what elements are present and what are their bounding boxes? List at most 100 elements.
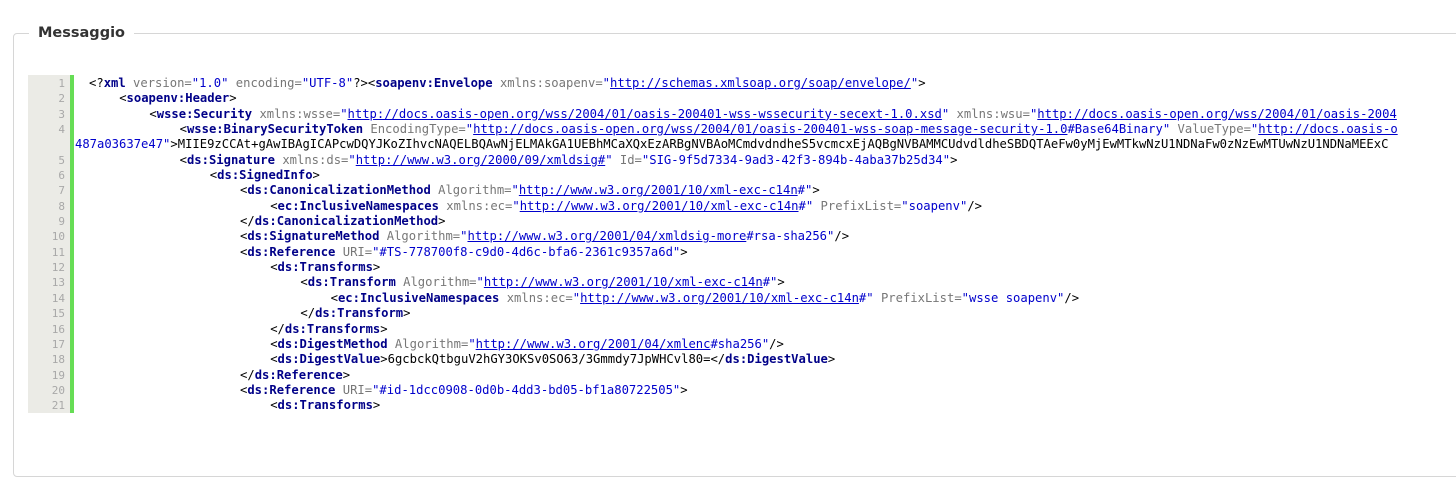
- code-line: 8 <ec:InclusiveNamespaces xmlns:ec="http:…: [28, 199, 1456, 214]
- xml-tag-name: ds:DigestValue: [725, 352, 828, 367]
- code-text: <wsse:Security xmlns:wsse="http://docs.o…: [149, 107, 1396, 122]
- xml-punctuation: />: [1064, 290, 1080, 305]
- xml-value: 487a03637e47": [75, 137, 171, 152]
- code-text: <ds:Signature xmlns:ds="http://www.w3.or…: [180, 153, 958, 168]
- xml-punctuation: <: [270, 352, 278, 367]
- xml-url-link[interactable]: http://docs.oasis-o: [1258, 122, 1397, 136]
- xml-tag-name: ec:InclusiveNamespaces: [337, 290, 500, 305]
- line-number: 8: [58, 199, 65, 213]
- xml-tag-name: ec:InclusiveNamespaces: [277, 198, 439, 213]
- xml-value: #": [797, 183, 813, 198]
- xml-punctuation: ?><: [353, 76, 376, 90]
- code-lines: 1 <?xml version="1.0" encoding="UTF-8"?><…: [28, 76, 1456, 413]
- line-number: 20: [51, 383, 65, 397]
- xml-value: ": [512, 198, 520, 213]
- xml-tag-name: xml: [103, 76, 126, 90]
- xml-punctuation: >: [680, 244, 688, 259]
- code-text: 487a03637e47">MIIE9zCCAt+gAwIBAgICAPcwDQ…: [75, 137, 1388, 152]
- xml-tag-name: soapenv:Header: [126, 91, 230, 106]
- xml-value: ": [476, 275, 484, 290]
- xml-attribute: URI=: [335, 244, 373, 259]
- xml-punctuation: />: [967, 198, 982, 213]
- xml-value: #": [798, 198, 814, 213]
- xml-punctuation: <: [270, 260, 278, 275]
- xml-tag-name: ds:CanonicalizationMethod: [247, 183, 431, 198]
- xml-attribute: Algorithm=: [395, 275, 477, 290]
- xml-value: "#TS-778700f8-c9d0-4d6c-bfa6-2361c9357a6…: [372, 244, 681, 259]
- line-number: 15: [51, 307, 65, 321]
- xml-attribute: version=: [125, 76, 192, 90]
- xml-attribute: xmlns:ec=: [438, 198, 513, 213]
- code-text: < ds:DigestValue>6gcbckQtbguV2hGY3OKSv0SO…: [270, 352, 835, 367]
- line-number: 19: [51, 368, 65, 382]
- xml-punctuation: />: [769, 336, 784, 351]
- xml-tag-name: ds:Transforms: [277, 260, 373, 275]
- code-line: 9 </ds:CanonicalizationMethod>: [28, 214, 1456, 229]
- xml-tag-name: ds:DigestMethod: [277, 336, 388, 351]
- xml-punctuation: <: [149, 106, 157, 121]
- code-text: </ds:CanonicalizationMethod>: [240, 214, 445, 229]
- xml-punctuation: >: [812, 183, 820, 198]
- xml-punctuation: >: [229, 91, 237, 106]
- code-line: 16 </ds:Transforms>: [28, 322, 1456, 337]
- xml-tag-name: ds:Reference: [247, 382, 336, 397]
- code-line: 17 <ds:DigestMethod Algorithm="http://www…: [28, 337, 1456, 352]
- line-number: 3: [58, 107, 65, 121]
- xml-url-link[interactable]: http://schemas.xmlsoap.org/soap/envelope…: [610, 76, 911, 90]
- code-line: 5 <ds:Signature xmlns:ds="http://www.w3.o…: [28, 153, 1456, 168]
- xml-code-viewer[interactable]: 1 <?xml version="1.0" encoding="UTF-8"?><…: [28, 75, 1456, 413]
- xml-punctuation: <: [300, 275, 308, 290]
- xml-url-link[interactable]: http://docs.oasis-open.org/wss/2004/01/o…: [473, 122, 1067, 136]
- xml-value: ": [340, 106, 348, 121]
- line-number: 14: [51, 291, 65, 305]
- xml-url-link[interactable]: http://www.w3.org/2001/10/xml-exc-c14n: [520, 199, 799, 213]
- code-text: <ds:Transform Algorithm="http://www.w3.o…: [300, 275, 784, 290]
- xml-value: #": [762, 275, 778, 290]
- line-number: 11: [51, 245, 65, 259]
- xml-attribute: xmlns:soapenv=: [492, 76, 603, 90]
- line-number: 12: [51, 261, 65, 275]
- xml-url-link[interactable]: http://www.w3.org/2000/09/xmldsig#: [356, 153, 605, 167]
- xml-punctuation: </: [270, 321, 285, 336]
- code-text: <?xml version="1.0" encoding="UTF-8"?><s…: [89, 76, 926, 91]
- code-line: 487a03637e47">MIIE9zCCAt+gAwIBAgICAPcwDQ…: [28, 137, 1456, 152]
- xml-punctuation: >MIIE9zCCAt+gAwIBAgICAPcwDQYJKoZIhvcNAQE…: [170, 137, 1389, 152]
- xml-tag-name: ds:Transform: [307, 275, 396, 290]
- code-text: <ds:CanonicalizationMethod Algorithm="ht…: [240, 183, 820, 198]
- xml-url-link[interactable]: http://www.w3.org/2001/04/xmldsig-more: [467, 229, 746, 243]
- xml-value: #": [858, 290, 874, 305]
- xml-tag-name: ds:SignatureMethod: [247, 229, 380, 244]
- xml-value: ": [511, 183, 519, 198]
- code-line: 11 <ds:Reference URI="#TS-778700f8-c9d0-4…: [28, 245, 1456, 260]
- xml-attribute: URI=: [335, 382, 373, 397]
- line-number: 13: [51, 276, 65, 290]
- xml-value: "UTF-8": [301, 76, 354, 90]
- xml-value: "wsse soapenv": [961, 290, 1065, 305]
- xml-url-link[interactable]: http://www.w3.org/2001/10/xml-exc-c14n: [580, 291, 859, 305]
- xml-attribute: Id=: [612, 152, 642, 167]
- xml-punctuation: >: [372, 398, 381, 413]
- xml-url-link[interactable]: http://www.w3.org/2001/04/xmlenc: [476, 337, 711, 351]
- xml-url-link[interactable]: http://docs.oasis-open.org/wss/2004/01/o…: [1037, 107, 1397, 121]
- code-text: <wsse:BinarySecurityToken EncodingType="…: [180, 122, 1398, 137]
- code-line: 14 <ec:InclusiveNamespaces xmlns:ec="http…: [28, 291, 1456, 306]
- code-line: 4 <wsse:BinarySecurityToken EncodingType=…: [28, 122, 1456, 137]
- xml-url-link[interactable]: http://www.w3.org/2001/10/xml-exc-c14n: [484, 275, 763, 289]
- xml-value: ": [572, 290, 581, 305]
- code-line: 6 <ds:SignedInfo>: [28, 168, 1456, 183]
- xml-url-link[interactable]: http://www.w3.org/2001/10/xml-exc-c14n: [519, 183, 798, 197]
- xml-attribute: EncodingType=: [363, 122, 466, 137]
- xml-url-link[interactable]: http://docs.oasis-open.org/wss/2004/01/o…: [348, 107, 942, 121]
- xml-punctuation: >6gcbckQtbguV2hGY3OKSv0SO63/3Gmmdy7JpWHC…: [380, 352, 726, 367]
- xml-tag-name: wsse:BinarySecurityToken: [186, 122, 364, 137]
- xml-attribute: PrefixList=: [873, 290, 962, 305]
- line-number: 10: [51, 230, 65, 244]
- xml-attribute: ValueType=: [1170, 122, 1251, 137]
- line-number: 18: [51, 353, 65, 367]
- line-number: 16: [51, 322, 65, 336]
- xml-punctuation: >: [950, 152, 958, 167]
- xml-tag-name: ds:SignedInfo: [217, 168, 313, 183]
- xml-tag-name: ds:Reference: [247, 244, 336, 259]
- xml-tag-name: ds:Signature: [186, 152, 275, 167]
- xml-attribute: PrefixList=: [813, 198, 902, 213]
